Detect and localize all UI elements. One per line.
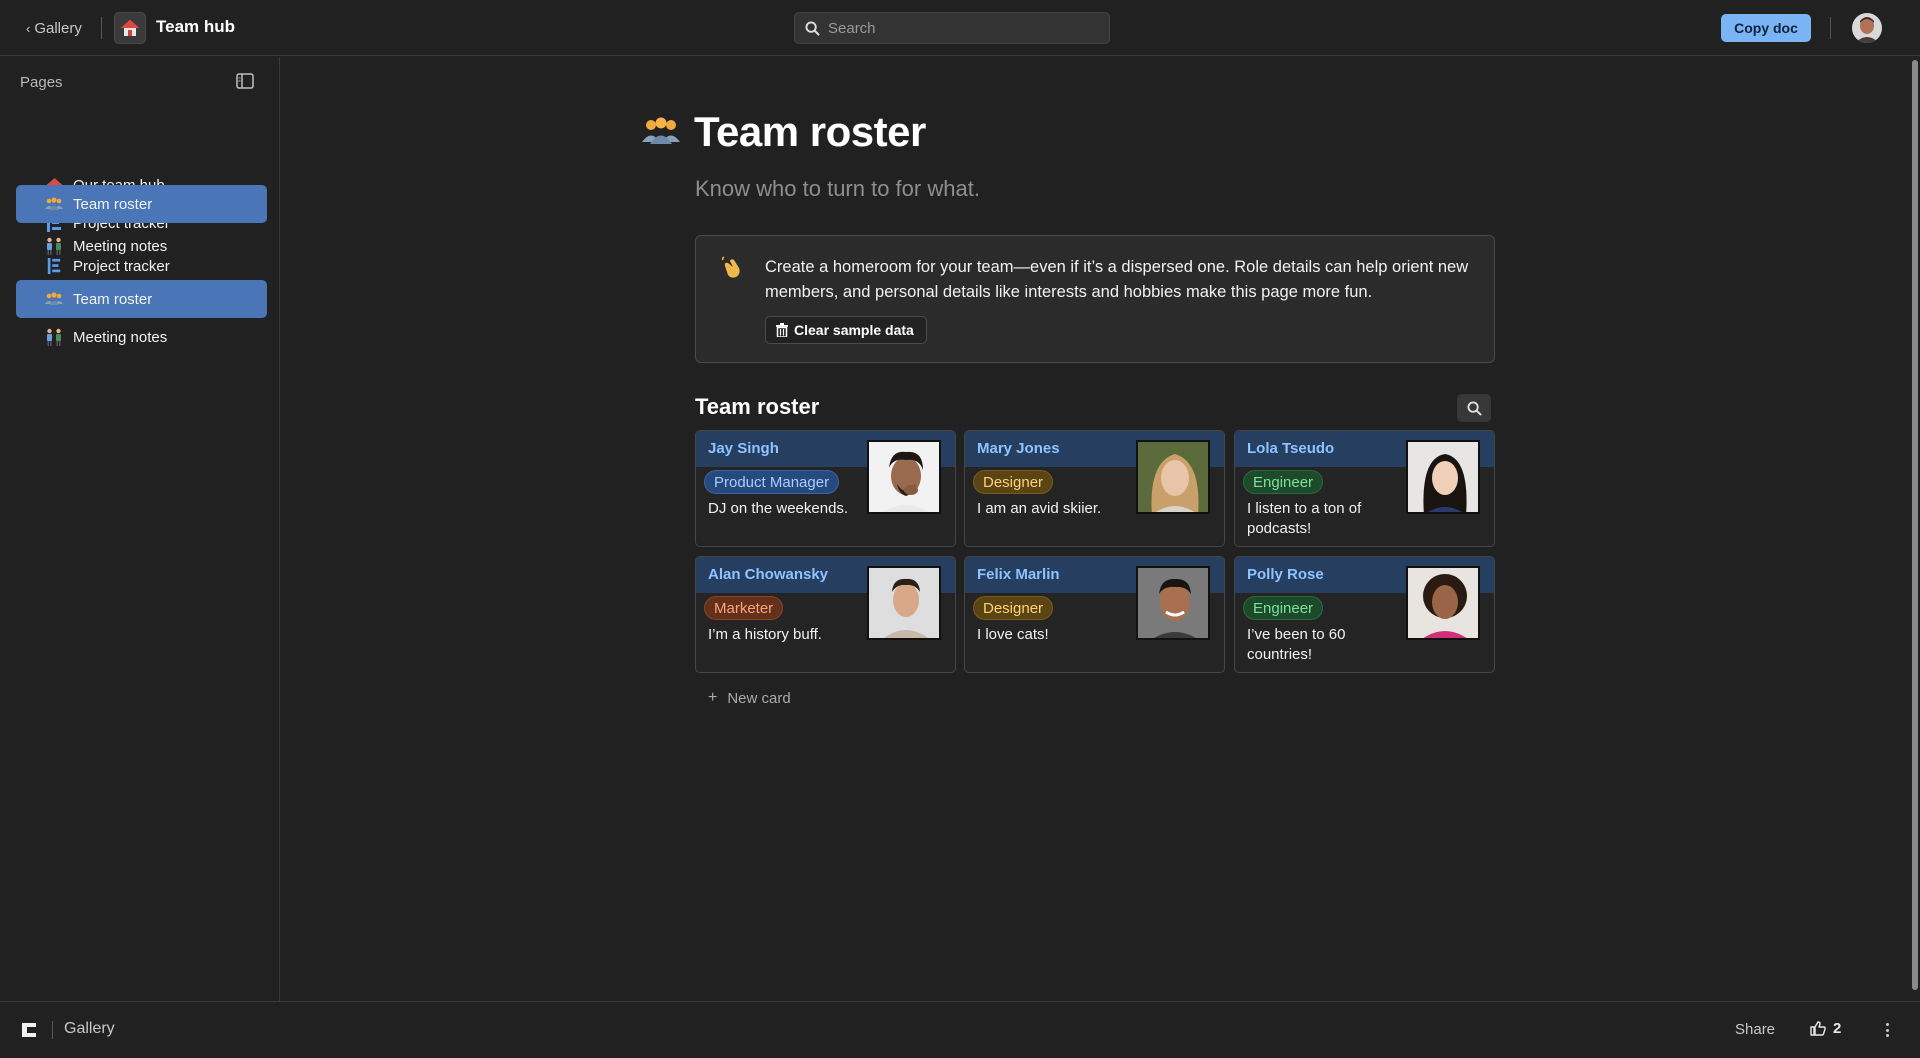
- roster-card[interactable]: Polly Rose Engineer I’ve been to 60 coun…: [1234, 556, 1495, 673]
- meeting-icon: [45, 237, 63, 255]
- tracker-icon: [45, 257, 63, 275]
- role-badge: Product Manager: [704, 470, 840, 494]
- clear-sample-data-label: Clear sample data: [794, 322, 914, 338]
- clear-sample-data-button[interactable]: Clear sample data: [765, 316, 927, 344]
- people-icon: [45, 290, 63, 308]
- card-description: I’m a history buff.: [708, 626, 822, 643]
- roster-card[interactable]: Felix Marlin Designer I love cats!: [964, 556, 1225, 673]
- trash-icon: [776, 323, 788, 337]
- chevron-left-icon: ‹: [26, 20, 31, 36]
- waving-hand-icon: [720, 256, 744, 280]
- card-description: I love cats!: [977, 626, 1049, 643]
- role-badge: Marketer: [704, 596, 784, 620]
- new-card-label: New card: [727, 689, 791, 707]
- search-input[interactable]: Search: [794, 12, 1110, 44]
- doc-house-icon[interactable]: [114, 12, 146, 44]
- sidebar-item-label: Team roster: [73, 290, 153, 308]
- sidebar-item-label: Meeting notes: [73, 328, 168, 346]
- sidebar-item-meeting-notes[interactable]: Meeting notes Project tracker: [16, 234, 267, 278]
- table-search-button[interactable]: [1457, 394, 1491, 422]
- likes-count: 2: [1833, 1020, 1842, 1037]
- role-badge: Designer: [973, 596, 1054, 620]
- page-title: Team roster: [694, 108, 926, 155]
- search-icon: [1466, 400, 1482, 416]
- card-name[interactable]: Lola Tseudo: [1247, 440, 1334, 457]
- card-name[interactable]: Polly Rose: [1247, 566, 1324, 583]
- pages-heading: Pages: [20, 74, 63, 91]
- top-bar: ‹ Gallery Team hub Search Copy doc: [0, 0, 1920, 56]
- card-name[interactable]: Jay Singh: [708, 440, 779, 457]
- card-description: DJ on the weekends.: [708, 500, 849, 517]
- sidebar-item-team-roster-active[interactable]: Team roster: [16, 185, 267, 223]
- app-logo-icon[interactable]: [22, 1023, 36, 1037]
- role-badge: Designer: [973, 470, 1054, 494]
- like-button[interactable]: 2: [1810, 1020, 1841, 1037]
- search-placeholder: Search: [828, 19, 876, 37]
- sidebar-toggle-icon[interactable]: [236, 73, 254, 89]
- thumbs-up-icon: [1810, 1021, 1826, 1036]
- copy-doc-button[interactable]: Copy doc: [1721, 14, 1811, 42]
- profile-photo: [1406, 440, 1480, 514]
- share-button[interactable]: Share: [1735, 1021, 1775, 1038]
- callout-text: Create a homeroom for your team—even if …: [765, 258, 1469, 301]
- profile-photo: [867, 566, 941, 640]
- profile-photo: [867, 440, 941, 514]
- divider: [101, 17, 102, 39]
- callout: Create a homeroom for your team—even if …: [695, 235, 1495, 363]
- search-icon: [805, 20, 820, 36]
- gallery-link[interactable]: Gallery: [64, 1020, 115, 1038]
- role-badge: Engineer: [1243, 596, 1324, 620]
- card-name[interactable]: Felix Marlin: [977, 566, 1060, 583]
- card-description: I’ve been to 60 countries!: [1247, 626, 1346, 663]
- scrollbar[interactable]: [1912, 60, 1918, 990]
- page-subtitle: Know who to turn to for what.: [695, 176, 980, 201]
- sidebar: Pages Our team hub Project tracker Team …: [0, 57, 280, 1001]
- more-options-icon[interactable]: [1880, 1020, 1894, 1040]
- profile-photo: [1136, 440, 1210, 514]
- user-avatar[interactable]: [1852, 13, 1882, 43]
- roster-card[interactable]: Mary Jones Designer I am an avid skiier.: [964, 430, 1225, 547]
- divider: [52, 1021, 53, 1039]
- card-description: I listen to a ton of podcasts!: [1247, 500, 1362, 537]
- card-description: I am an avid skiier.: [977, 500, 1102, 517]
- back-link-label: Gallery: [34, 19, 82, 37]
- sidebar-item-label: Meeting notes: [73, 237, 168, 255]
- sidebar-item-label: Project tracker: [73, 257, 170, 275]
- roster-card[interactable]: Jay Singh Product Manager DJ on the week…: [695, 430, 956, 547]
- doc-title: Team hub: [156, 17, 236, 36]
- sidebar-item-meeting-notes-2[interactable]: Meeting notes: [16, 318, 267, 356]
- role-badge: Engineer: [1243, 470, 1324, 494]
- profile-photo: [1136, 566, 1210, 640]
- new-card-button[interactable]: + New card: [708, 689, 791, 707]
- meeting-icon: [45, 328, 63, 346]
- section-title: Team roster: [695, 394, 820, 419]
- card-name[interactable]: Mary Jones: [977, 440, 1060, 457]
- people-icon: [45, 195, 63, 213]
- footer: Gallery Share 2: [0, 1001, 1920, 1058]
- card-name[interactable]: Alan Chowansky: [708, 566, 828, 583]
- back-to-gallery-link[interactable]: ‹ Gallery: [26, 18, 82, 38]
- people-icon: [642, 116, 680, 152]
- roster-card[interactable]: Lola Tseudo Engineer I listen to a ton o…: [1234, 430, 1495, 547]
- roster-card[interactable]: Alan Chowansky Marketer I’m a history bu…: [695, 556, 956, 673]
- plus-icon: +: [708, 689, 718, 706]
- divider: [1830, 17, 1831, 39]
- sidebar-item-team-roster-2[interactable]: Team roster: [16, 280, 267, 318]
- sidebar-item-label: Team roster: [73, 195, 153, 213]
- profile-photo: [1406, 566, 1480, 640]
